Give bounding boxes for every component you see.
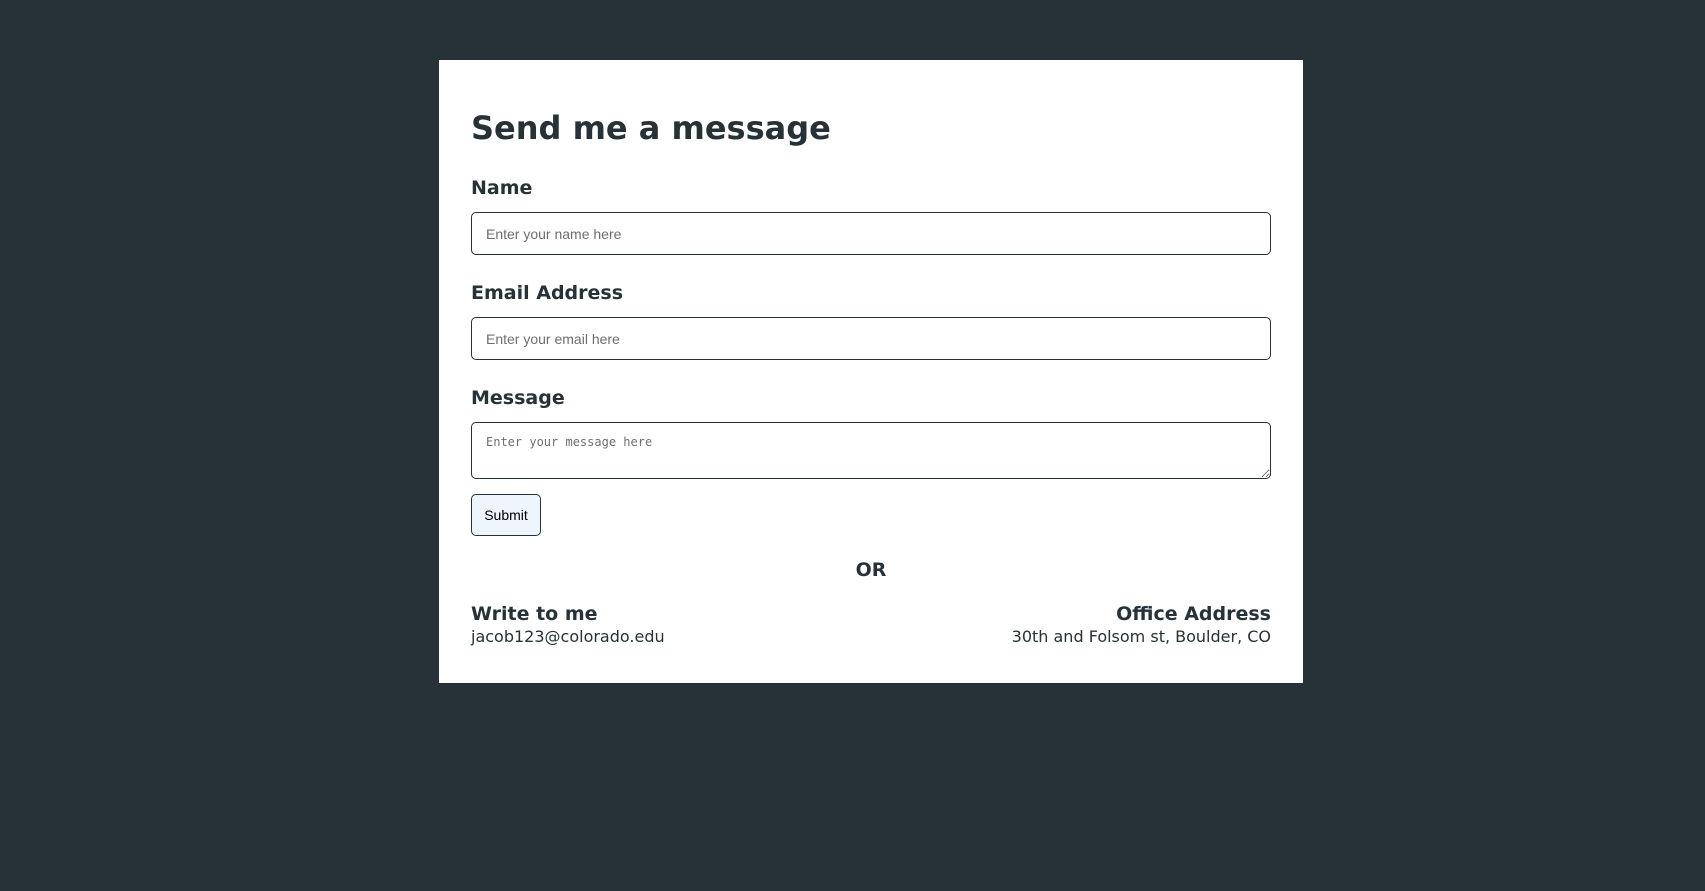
office-address-value: 30th and Folsom st, Boulder, CO: [1011, 627, 1271, 646]
email-input[interactable]: [471, 317, 1271, 360]
contact-card: Send me a message Name Email Address Mes…: [439, 60, 1303, 683]
submit-button[interactable]: Submit: [471, 494, 541, 536]
email-label: Email Address: [471, 282, 624, 304]
message-label: Message: [471, 387, 565, 409]
contact-email: jacob123@colorado.edu: [471, 627, 665, 646]
name-input[interactable]: [471, 212, 1271, 255]
contact-info: Write to me jacob123@colorado.edu Office…: [471, 602, 1271, 648]
name-label: Name: [471, 177, 533, 199]
office-address-section: Office Address 30th and Folsom st, Bould…: [1012, 602, 1271, 648]
message-textarea[interactable]: [471, 422, 1271, 479]
office-address-heading: Office Address: [1116, 603, 1271, 625]
write-to-me-heading: Write to me: [471, 603, 598, 625]
or-divider: OR: [855, 559, 887, 581]
page-title: Send me a message: [471, 109, 831, 147]
write-to-me-section: Write to me jacob123@colorado.edu: [471, 602, 665, 648]
